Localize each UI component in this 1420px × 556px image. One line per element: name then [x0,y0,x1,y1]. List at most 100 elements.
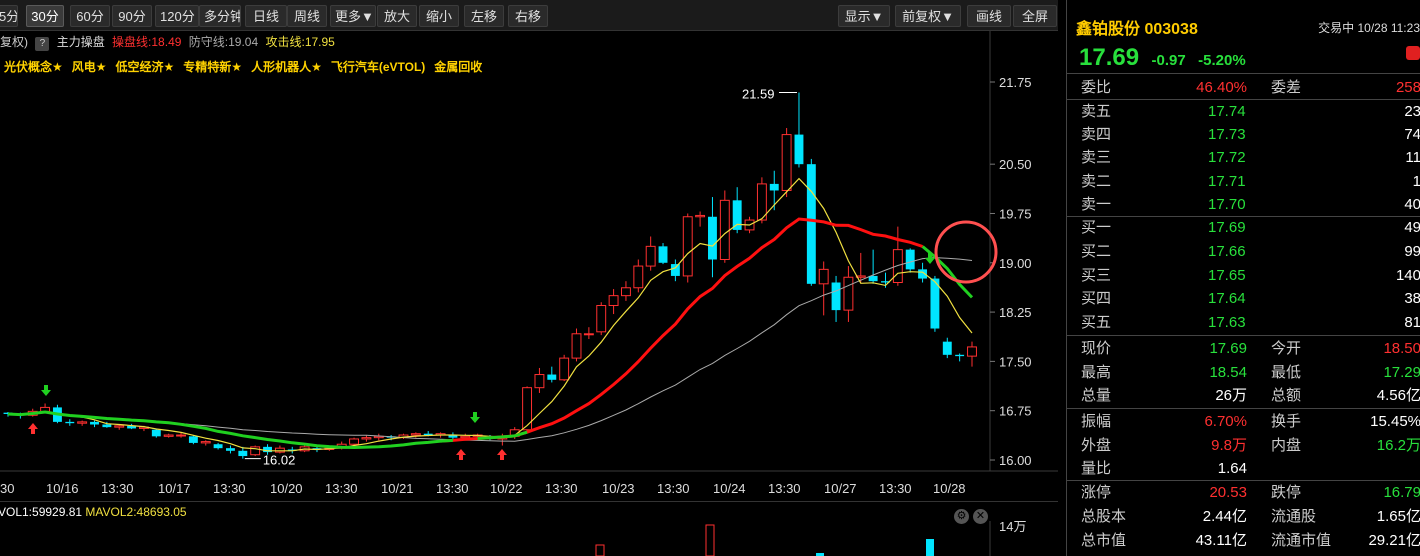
x-tick-label: 10/27 [824,481,857,496]
bid-label: 买二 [1081,242,1112,260]
x-tick-label: 13:30 [101,481,134,496]
stat-value: 17.69 [1209,340,1247,357]
y-tick-label: 21.75 [999,75,1032,90]
kline-chart[interactable]: 21.75 20.50 19.75 19.00 18.25 17.50 16.75 16.00… [0,31,1058,501]
volume-header: VOL1:59929.81 MAVOL2:48693.05 ⚙ ✕ [0,501,1058,524]
candle-body [349,438,360,445]
toolbar-button-12[interactable]: 右移 [508,5,548,27]
x-tick-label: 13:30 [436,481,469,496]
stat-row: 现价 17.69 今开 18.50 [1067,337,1420,360]
candle-body [658,246,668,263]
y-tick-label: 19.00 [999,256,1032,271]
toolbar-button-10[interactable]: 缩小 [419,5,459,27]
toolbar-button-14[interactable]: 前复权▼ [895,5,961,27]
sell-arrow-icon [470,412,480,423]
volume-bar [595,544,605,556]
ask-price: 17.70 [1208,195,1246,213]
stat-row: 涨停 20.53 跌停 16.79 [1067,481,1420,504]
candle-body [238,450,248,457]
ma-slow-line [7,257,973,442]
x-tick-label: 10/23 [602,481,635,496]
stat-label: 外盘 [1081,436,1112,454]
current-price: 17.69 [1079,44,1140,71]
buy-arrow-icon [28,423,38,434]
bid-volume: 38 [1404,290,1420,308]
toolbar-button-4[interactable]: 120分 [155,5,199,27]
stat-label: 今开 [1271,340,1302,357]
bid-price: 17.66 [1208,242,1246,260]
toolbar-button-0[interactable]: 5分 [0,5,18,27]
stat-label: 现价 [1081,340,1112,357]
stat-row: 最高 18.54 最低 17.29 [1067,361,1420,384]
stat-row: 外盘 9.8万 内盘 16.2万 [1067,434,1420,457]
candle-body [620,287,631,297]
candle-body [633,265,644,289]
low-annotation: 16.02 [263,453,296,468]
candle-body [608,295,619,307]
defense-line [7,410,453,450]
op-line [440,217,924,443]
weibi-row: 委比 46.40% 委差 258 [1067,76,1420,99]
candle-body [682,216,693,277]
stat-value: 18.54 [1209,363,1247,381]
toolbar-button-16[interactable]: 全屏 [1013,5,1057,27]
candle-body [460,435,471,439]
volume-chart[interactable]: 14万 [0,521,1058,556]
x-tick-label: 10/24 [713,481,746,496]
bid-row: 买一 17.69 49 [1067,216,1420,239]
x-tick-label: 13:30 [325,481,358,496]
candle-body [806,164,816,284]
bid-volume: 81 [1404,314,1420,332]
candle-body [769,183,779,191]
chart-toolbar: 5分 30分 60分90分120分多分钟日线周线更多▼放大缩小左移右移 显示▼前复权▼… [0,0,1058,31]
stat-value: 43.11亿 [1195,532,1247,549]
stat-value: 26万 [1215,387,1247,404]
candle-body [695,214,706,218]
favorite-icon[interactable] [1406,46,1420,60]
toolbar-button-2[interactable]: 60分 [70,5,110,27]
buy-arrow-icon [456,449,466,460]
x-tick-label: 10/21 [381,481,414,496]
mavol2-value: MAVOL2:48693.05 [85,505,187,519]
stat-row: 总市值 43.11亿 流通市值 29.21亿 [1067,529,1420,552]
quote-panel: 鑫铂股份 003038 交易中 10/28 11:23 17.69 -0.97 … [1066,0,1420,556]
toolbar-button-1[interactable]: 30分 [26,5,64,27]
toolbar-button-13[interactable]: 显示▼ [838,5,890,27]
bid-label: 买一 [1081,219,1112,236]
weicha-value: 258 [1395,79,1420,96]
toolbar-button-11[interactable]: 左移 [464,5,504,27]
stat-value: 9.8万 [1211,436,1247,454]
toolbar-button-9[interactable]: 放大 [377,5,417,27]
candle-body [151,429,161,437]
toolbar-button-8[interactable]: 更多▼ [330,5,376,27]
candle-body [114,425,125,428]
price-change: -0.97 [1151,52,1186,69]
bid-price: 17.65 [1208,266,1246,284]
weibi-label: 委比 [1081,79,1112,96]
toolbar-button-15[interactable]: 画线 [967,5,1011,27]
candle-body [226,448,235,451]
toolbar-button-5[interactable]: 多分钟 [199,5,241,27]
ma-fast-line [7,177,973,452]
bid-row: 买三 17.65 140 [1067,264,1420,287]
y-tick-label: 17.50 [999,354,1032,369]
candle-body [831,282,841,311]
stat-row: 振幅 6.70% 换手 15.45% [1067,410,1420,433]
toolbar-button-3[interactable]: 90分 [112,5,152,27]
toolbar-button-7[interactable]: 周线 [287,5,327,27]
stat-label: 最高 [1081,363,1112,381]
ask-row: 卖四 17.73 74 [1067,123,1420,146]
toolbar-button-6[interactable]: 日线 [245,5,287,27]
volume-bar [705,524,715,556]
weicha-label: 委差 [1271,79,1302,96]
stat-label: 总股本 [1081,508,1127,525]
x-tick-label: 13:30 [768,481,801,496]
volume-bar [926,539,934,556]
x-tick-label: 10/17 [158,481,191,496]
stat-label: 流通市值 [1271,532,1332,549]
candle-body [547,374,557,380]
vol1-value: VOL1:59929.81 [0,505,83,519]
bid-volume: 49 [1404,219,1420,236]
stat-label: 总额 [1271,387,1302,404]
candle-body [213,444,223,449]
